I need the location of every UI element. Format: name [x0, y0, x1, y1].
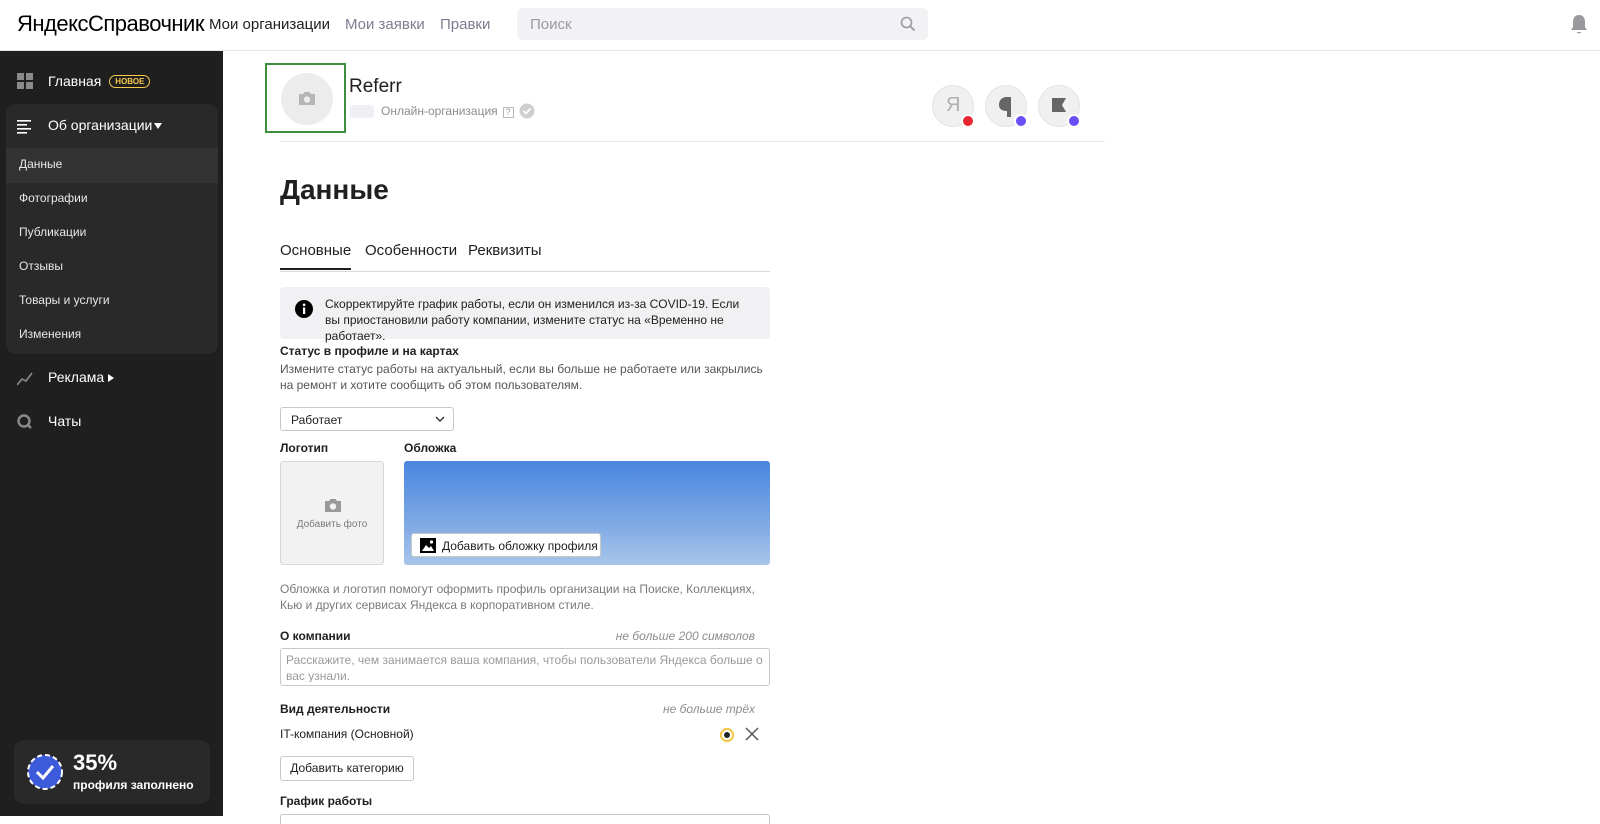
page-title: Данные [280, 174, 389, 205]
schedule-label: График работы [280, 794, 373, 808]
activity-limit: не больше трёх [662, 702, 755, 716]
sidebar-sub-publications[interactable]: Публикации [19, 225, 86, 239]
covid-notice: Скорректируйте график работы, если он из… [280, 287, 770, 343]
logo-ya-text: Яндекс [17, 11, 88, 36]
main-category-radio[interactable] [720, 728, 734, 742]
status-select[interactable]: Работает [280, 407, 454, 431]
radio-dot [724, 732, 730, 738]
status-hint: Измените статус работы на актуальный, ес… [280, 362, 763, 392]
sidebar-item-home[interactable]: Главная НОВОЕ [0, 71, 223, 93]
service-third[interactable] [1038, 85, 1081, 128]
search-icon[interactable] [900, 16, 916, 32]
cover-label: Обложка [404, 441, 457, 455]
verified-badge-icon [27, 754, 63, 790]
nav-my-requests[interactable]: Мои заявки [345, 16, 425, 33]
cover-upload: Добавить обложку профиля [404, 461, 770, 565]
cover-hint: Обложка и логотип помогут оформить профи… [280, 582, 755, 612]
caret-right-icon [108, 374, 114, 382]
tab-main[interactable]: Основные [280, 242, 352, 270]
logo-sp-text: Справочник [87, 11, 205, 36]
list-icon [17, 120, 31, 134]
search-bar [517, 8, 928, 40]
org-avatar[interactable] [281, 73, 333, 125]
sidebar-item-about[interactable]: Об организации [0, 115, 223, 137]
status-select-value: Работает [291, 413, 343, 427]
main-content: Referr Онлайн-организация? Я Данные Осно… [223, 51, 1600, 824]
camera-icon [325, 499, 341, 512]
trend-icon [17, 372, 33, 386]
add-cover-label: Добавить обложку профиля [442, 539, 598, 553]
about-label: О компании [280, 629, 351, 643]
nav-edits[interactable]: Правки [440, 16, 490, 33]
status-label: Статус в профиле и на картах [280, 344, 459, 358]
top-header: ЯндексСправочник Мои организации Мои зая… [0, 0, 1600, 51]
add-photo-text: Добавить фото [296, 519, 368, 530]
nav-my-organizations[interactable]: Мои организации [209, 16, 330, 33]
logo-label: Логотип [280, 441, 329, 455]
service-second[interactable] [985, 85, 1028, 128]
svc-add-icon [1014, 114, 1028, 128]
image-icon [420, 538, 436, 553]
search-input[interactable] [517, 8, 928, 40]
verified-check-icon [519, 103, 535, 119]
org-type: Онлайн-организация? [381, 104, 514, 118]
add-category-button[interactable]: Добавить категорию [280, 756, 414, 781]
sidebar-sub-goods[interactable]: Товары и услуги [19, 293, 110, 307]
chevron-down-icon [435, 416, 445, 422]
sidebar-item-chats[interactable]: Чаты [0, 411, 223, 433]
sidebar-sub-photos[interactable]: Фотографии [19, 191, 88, 205]
notice-text: Скорректируйте график работы, если он из… [325, 297, 740, 343]
bell-icon[interactable] [1569, 14, 1589, 36]
logo-upload[interactable]: Добавить фото [280, 461, 384, 565]
svc-status-clock-icon [961, 114, 975, 128]
caret-down-icon [154, 123, 162, 129]
sidebar: Главная НОВОЕ Об организации Данные Фотог… [0, 51, 223, 816]
about-limit: не больше 200 символов [615, 629, 755, 643]
info-icon [295, 300, 313, 318]
help-icon[interactable]: ? [502, 107, 514, 118]
sidebar-item-ads[interactable]: Реклама [0, 367, 223, 389]
progress-label: профиля заполнено [73, 778, 194, 792]
tabs-bar: Основные Особенности Реквизиты [280, 240, 770, 272]
org-name: Referr [349, 76, 402, 97]
progress-percent: 35% [73, 750, 118, 775]
sidebar-ads-label: Реклама [48, 369, 105, 385]
yandex-spravochnik-logo[interactable]: ЯндексСправочник [17, 11, 204, 37]
tab-requisites[interactable]: Реквизиты [468, 242, 542, 259]
profile-progress-card[interactable]: 35% профиля заполнено [14, 740, 210, 804]
sidebar-chats-label: Чаты [48, 413, 82, 429]
header-divider [280, 141, 1105, 142]
category-name: IT-компания (Основной) [280, 727, 414, 741]
svc-add-icon [1067, 114, 1081, 128]
service-flag-icon [1052, 98, 1066, 112]
close-icon[interactable] [745, 727, 759, 741]
org-type-text: Онлайн-организация [381, 104, 498, 118]
add-cover-button[interactable]: Добавить обложку профиля [411, 533, 601, 557]
chat-icon [17, 414, 32, 429]
about-textarea[interactable] [286, 652, 764, 682]
sidebar-sub-data[interactable]: Данные [19, 157, 62, 171]
about-textarea-wrap [280, 648, 770, 686]
sidebar-about-label: Об организации [48, 117, 153, 133]
sidebar-sub-reviews[interactable]: Отзывы [19, 259, 63, 273]
grid-icon [17, 73, 33, 89]
sidebar-home-label: Главная [48, 73, 102, 89]
tab-features[interactable]: Особенности [365, 242, 457, 259]
camera-icon [299, 92, 315, 105]
sidebar-sub-changes[interactable]: Изменения [19, 327, 81, 341]
new-badge: НОВОЕ [109, 75, 151, 88]
category-row: IT-компания (Основной) [280, 727, 770, 745]
activity-label: Вид деятельности [280, 702, 391, 716]
org-type-icon [350, 105, 374, 118]
org-avatar-frame[interactable] [265, 63, 346, 133]
service-yandex[interactable]: Я [932, 85, 975, 128]
service-q-icon [999, 97, 1011, 117]
